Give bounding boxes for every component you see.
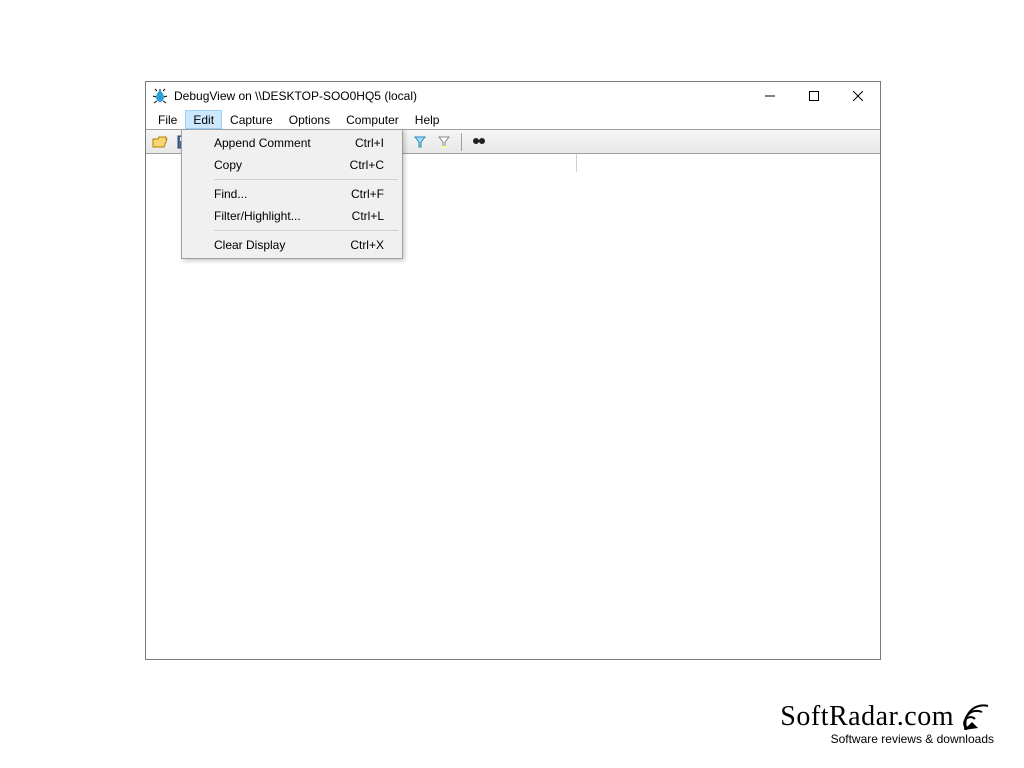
menu-help[interactable]: Help (407, 110, 448, 129)
window-title: DebugView on \\DESKTOP-SOO0HQ5 (local) (174, 89, 417, 103)
menu-item-shortcut: Ctrl+X (350, 238, 400, 252)
menu-item-shortcut: Ctrl+L (350, 209, 400, 223)
app-icon (152, 88, 168, 104)
dropdown-separator (214, 230, 398, 231)
column-divider[interactable] (576, 154, 577, 172)
menu-item-shortcut: Ctrl+C (350, 158, 400, 172)
menu-item-shortcut: Ctrl+F (350, 187, 400, 201)
titlebar: DebugView on \\DESKTOP-SOO0HQ5 (local) (146, 82, 880, 110)
menu-item-label: Copy (214, 158, 350, 172)
menu-copy[interactable]: Copy Ctrl+C (184, 154, 400, 176)
menu-item-label: Clear Display (214, 238, 350, 252)
menu-edit[interactable]: Edit (185, 110, 222, 129)
edit-dropdown: Append Comment Ctrl+I Copy Ctrl+C Find..… (181, 129, 403, 259)
menu-item-shortcut: Ctrl+I (350, 136, 400, 150)
menu-find[interactable]: Find... Ctrl+F (184, 183, 400, 205)
menu-capture[interactable]: Capture (222, 110, 281, 129)
menu-options[interactable]: Options (281, 110, 338, 129)
watermark: SoftRadar.com Software reviews & downloa… (780, 700, 994, 746)
menu-item-label: Append Comment (214, 136, 350, 150)
menu-item-label: Find... (214, 187, 350, 201)
menu-file[interactable]: File (150, 110, 185, 129)
close-button[interactable] (836, 82, 880, 110)
window-buttons (748, 82, 880, 110)
watermark-brand: SoftRadar.com (780, 703, 954, 731)
open-icon[interactable] (150, 132, 170, 152)
menu-computer[interactable]: Computer (338, 110, 407, 129)
watermark-tagline: Software reviews & downloads (780, 732, 994, 746)
dropdown-separator (214, 179, 398, 180)
menu-filter-highlight[interactable]: Filter/Highlight... Ctrl+L (184, 205, 400, 227)
menu-item-label: Filter/Highlight... (214, 209, 350, 223)
menu-append-comment[interactable]: Append Comment Ctrl+I (184, 132, 400, 154)
highlight-icon[interactable] (434, 132, 454, 152)
maximize-button[interactable] (792, 82, 836, 110)
find-icon[interactable] (469, 132, 489, 152)
toolbar-separator (461, 133, 462, 151)
filter-icon[interactable] (410, 132, 430, 152)
satellite-icon (960, 700, 994, 734)
minimize-button[interactable] (748, 82, 792, 110)
menubar: File Edit Capture Options Computer Help (146, 110, 880, 130)
menu-clear-display[interactable]: Clear Display Ctrl+X (184, 234, 400, 256)
